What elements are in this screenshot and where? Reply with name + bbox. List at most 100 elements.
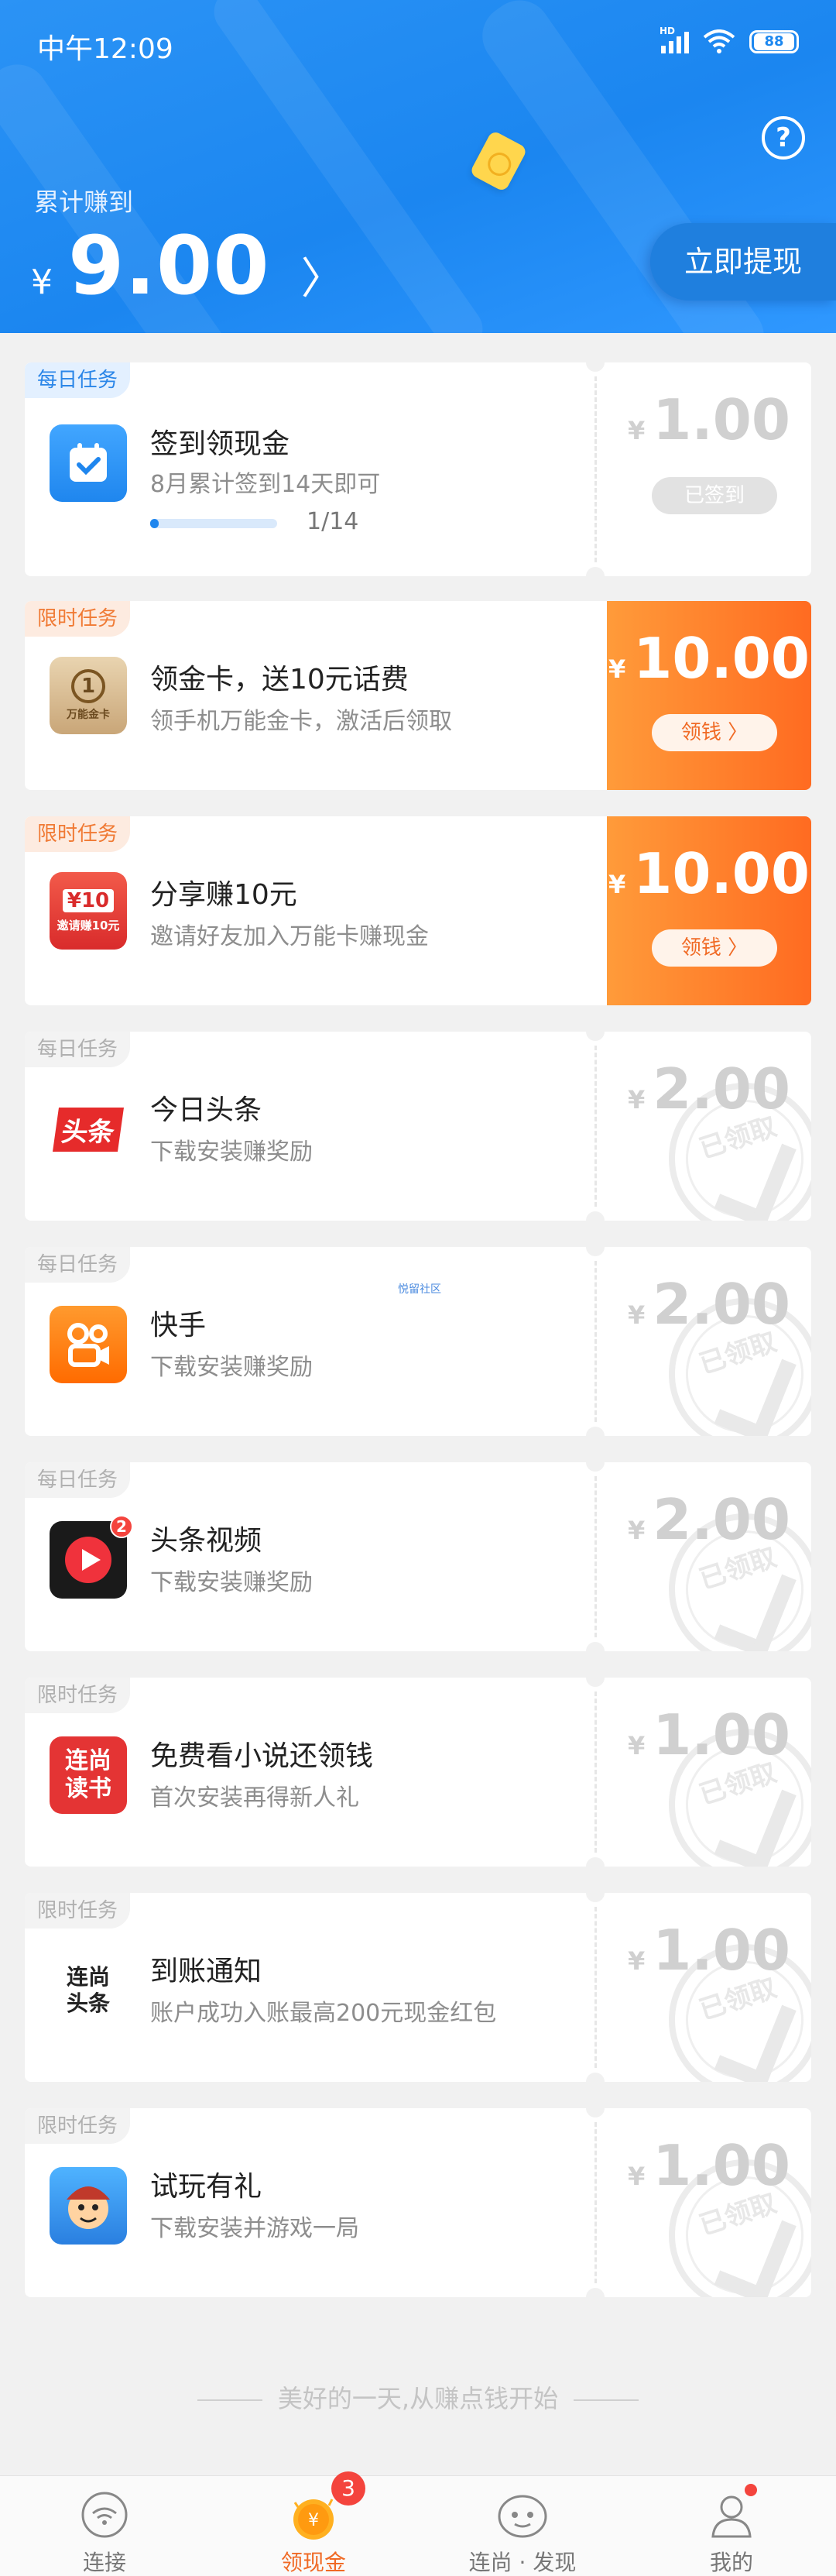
task-subtitle: 首次安装再得新人礼 [150,1784,359,1812]
reward-value: ¥10.00 [607,841,811,906]
reward-amount: 1.00 [653,1702,790,1767]
task-card-toutiao[interactable]: 每日任务 头条 今日头条 下载安装赚奖励 已领取 ¥2.00 [25,1032,811,1221]
task-card-share[interactable]: 限时任务 ¥10 邀请赚10元 分享赚10元 邀请好友加入万能卡赚现金 ¥10.… [25,816,811,1005]
bottom-nav: 连接 ¥ 3 领现金 连尚 · 发现 我的 [0,2471,836,2576]
nav-connect[interactable]: 连接 [0,2476,209,2576]
earned-amount: 9.00 [68,218,270,313]
reward-amount: 1.00 [653,2133,790,2198]
reward-value: ¥1.00 [607,2133,811,2198]
task-tag: 每日任务 [25,1247,131,1283]
task-card-game-trial[interactable]: 限时任务 试玩有礼 下载安装并游戏一局 已领取 ¥1.00 [25,2108,811,2297]
ticket-notch [586,1642,605,1651]
icon-label: 万能金卡 [67,709,110,721]
task-title: 快手 [150,1310,207,1341]
collect-label: 领钱 [680,936,721,960]
toutiao-video-icon: 2 [50,1515,133,1599]
reward-value: ¥2.00 [607,1056,811,1121]
cell-signal-icon: HD [660,26,689,53]
icon-label: 头条 [52,1107,125,1152]
nav-label: 领现金 [280,2550,346,2575]
coin-icon: ¥ [293,2499,334,2540]
icon-label: 连尚头条 [66,1964,110,2016]
task-title: 试玩有礼 [150,2171,262,2203]
checkin-progress-bar [150,519,277,528]
currency-symbol: ¥ [608,870,626,899]
nav-label: 我的 [709,2550,753,2575]
task-subtitle: 下载安装并游戏一局 [150,2215,359,2242]
game-character-icon [50,2167,127,2245]
task-subtitle: 下载安装赚奖励 [150,1354,313,1381]
calendar-check-icon [50,424,127,502]
status-bar: 中午12:09 HD 88 [37,26,799,65]
earned-total[interactable]: ¥ 9.00 〉 [31,218,344,313]
reward-area: 已领取 ¥2.00 [607,1462,811,1651]
task-card-payment-notice[interactable]: 限时任务 连尚头条 到账通知 账户成功入账最高200元现金红包 已领取 ¥1.0… [25,1893,811,2082]
currency-symbol: ¥ [628,1300,646,1330]
nav-get-cash[interactable]: ¥ 3 领现金 [209,2471,418,2576]
notification-badge: 3 [331,2471,365,2506]
collect-money-button[interactable]: 领钱 〉 [652,929,777,967]
icon-number: ¥10 [63,888,114,912]
task-title: 签到领现金 [150,428,290,460]
ticket-notch [586,2108,605,2117]
ticket-notch [586,567,605,576]
task-title: 领金卡，送10元话费 [150,664,409,696]
status-time: 中午12:09 [37,33,173,65]
help-button[interactable]: ? [762,116,805,160]
footer-slogan: 美好的一天,从赚点钱开始 [0,2379,836,2415]
reward-amount: 1.00 [653,387,790,452]
currency-symbol: ¥ [608,654,626,684]
currency-symbol: ¥ [628,1946,646,1976]
reward-area: ¥10.00 领钱 〉 [602,601,811,790]
wifi-icon [81,2492,128,2538]
ticket-notch [586,2073,605,2082]
gold-card-icon: 1 万能金卡 [50,657,127,734]
task-subtitle: 下载安装赚奖励 [150,1139,313,1166]
reward-value: ¥1.00 [607,1918,811,1983]
task-subtitle: 领手机万能金卡，激活后领取 [150,708,452,735]
task-card-gold-card[interactable]: 限时任务 1 万能金卡 领金卡，送10元话费 领手机万能金卡，激活后领取 ¥10… [25,601,811,790]
collect-money-button[interactable]: 领钱 〉 [652,714,777,751]
reward-value: ¥2.00 [607,1487,811,1552]
reward-amount: 10.00 [633,841,810,906]
slogan-text: 美好的一天,从赚点钱开始 [277,2384,559,2413]
ticket-notch [586,1462,605,1472]
ticket-divider [594,2122,597,2283]
ticket-divider [594,1046,597,1207]
task-tag: 限时任务 [25,601,131,637]
ticket-notch [586,1211,605,1221]
task-card-checkin[interactable]: 每日任务 签到领现金 8月累计签到14天即可 1/14 ¥1.00 已签到 [25,362,811,576]
ticket-notch [586,2288,605,2297]
reward-area: 已领取 ¥1.00 [607,2108,811,2297]
withdraw-button[interactable]: 立即提现 [650,223,836,301]
ticket-notch [586,1857,605,1867]
reward-amount: 10.00 [633,626,810,691]
reward-area: 已领取 ¥2.00 [607,1247,811,1436]
task-card-toutiao-video[interactable]: 每日任务 2 头条视频 下载安装赚奖励 已领取 ¥2.00 [25,1462,811,1651]
reward-value: ¥1.00 [607,387,811,452]
wifi-status-icon [703,29,735,53]
face-icon [498,2495,547,2538]
reward-value: ¥2.00 [607,1272,811,1337]
task-subtitle: 账户成功入账最高200元现金红包 [150,2000,497,2027]
task-title: 今日头条 [150,1094,262,1126]
checkin-progress-text: 1/14 [307,508,359,535]
reward-amount: 2.00 [653,1056,790,1121]
task-card-novel[interactable]: 限时任务 连尚读书 免费看小说还领钱 首次安装再得新人礼 已领取 ¥1.00 [25,1678,811,1867]
share-gift-icon: ¥10 邀请赚10元 [50,872,127,950]
ticket-divider [594,1907,597,2068]
signed-in-button[interactable]: 已签到 [652,477,777,514]
currency-symbol: ¥ [31,263,53,302]
novel-reader-icon: 连尚读书 [50,1736,127,1814]
divider-line [197,2399,262,2401]
task-title: 分享赚10元 [150,879,297,911]
task-card-kuaishou[interactable]: 每日任务 快手 下载安装赚奖励 已领取 ¥2.00 [25,1247,811,1436]
ticket-divider [594,376,597,562]
divider-line [574,2399,639,2401]
nav-label: 连尚 · 发现 [468,2550,577,2575]
nav-mine[interactable]: 我的 [627,2476,836,2576]
earned-label: 累计赚到 [34,187,134,217]
icon-label: 连尚读书 [65,1747,111,1802]
nav-discover[interactable]: 连尚 · 发现 [418,2476,627,2576]
chevron-right-icon: 〉 [300,254,344,304]
